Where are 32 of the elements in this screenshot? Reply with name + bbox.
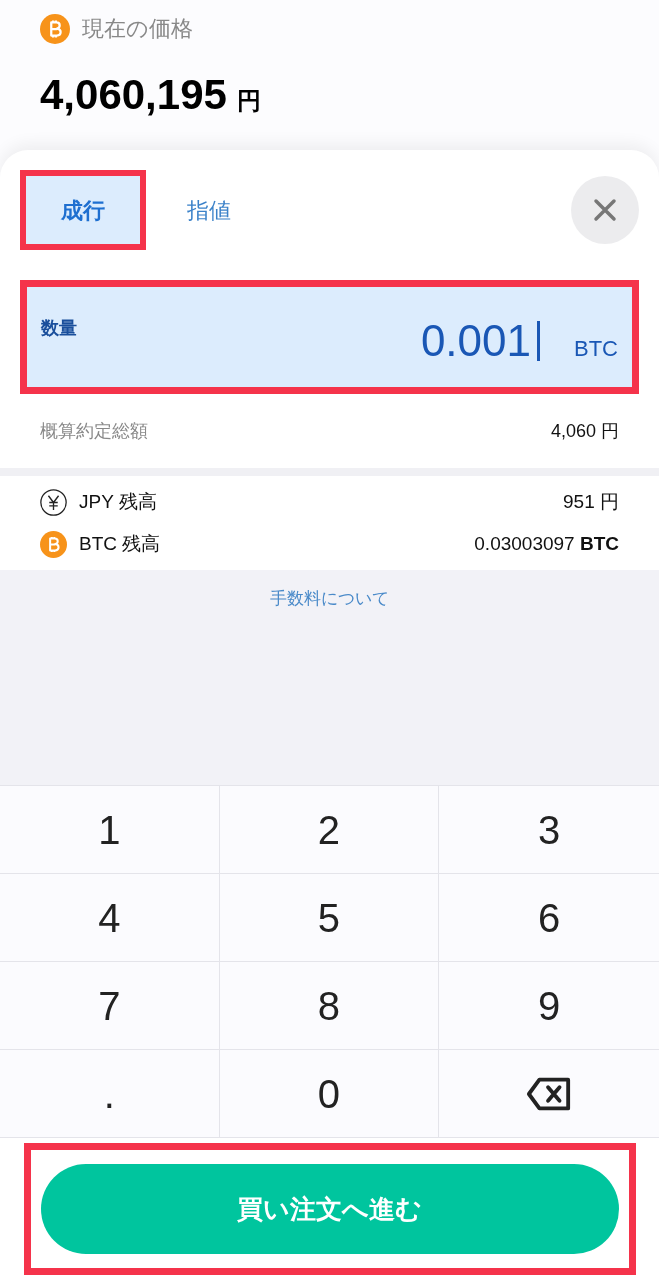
keypad-key[interactable]: 0: [219, 1050, 440, 1138]
balance-value: 0.03003097 BTC: [474, 531, 619, 556]
quantity-field[interactable]: 数量 0.001 BTC: [20, 280, 639, 394]
price-value: 4,060,195: [40, 70, 227, 120]
price-unit: 円: [236, 86, 261, 116]
price-label: 現在の価格: [82, 15, 193, 43]
balance-label: BTC 残高: [79, 531, 161, 556]
close-icon: [593, 198, 617, 222]
backspace-icon: [526, 1075, 573, 1112]
balance-value: 951 円: [563, 489, 619, 514]
keypad-key[interactable]: 5: [219, 874, 440, 962]
text-cursor: [537, 321, 540, 361]
keypad-key[interactable]: 8: [219, 962, 440, 1050]
keypad-key[interactable]: 7: [0, 962, 220, 1050]
quantity-unit: BTC: [574, 335, 618, 363]
tab[interactable]: 成行: [20, 170, 146, 250]
keypad-key[interactable]: .: [0, 1050, 220, 1138]
keypad-key[interactable]: 2: [219, 786, 440, 874]
estimate-value: 4,060 円: [550, 419, 619, 443]
bitcoin-icon: [40, 13, 70, 44]
estimate-label: 概算約定総額: [40, 419, 148, 443]
quantity-value: 0.001: [420, 319, 531, 363]
balance-label: JPY 残高: [79, 489, 157, 514]
quantity-label: 数量: [41, 317, 77, 340]
keypad-key[interactable]: 3: [439, 786, 659, 874]
tab[interactable]: 指値: [146, 170, 272, 250]
bitcoin-icon: [40, 530, 67, 558]
keypad-key[interactable]: 6: [439, 874, 659, 962]
keypad-key[interactable]: 9: [439, 962, 659, 1050]
keypad-key[interactable]: 1: [0, 786, 220, 874]
keypad-key[interactable]: 4: [0, 874, 220, 962]
yen-icon: [40, 488, 67, 516]
